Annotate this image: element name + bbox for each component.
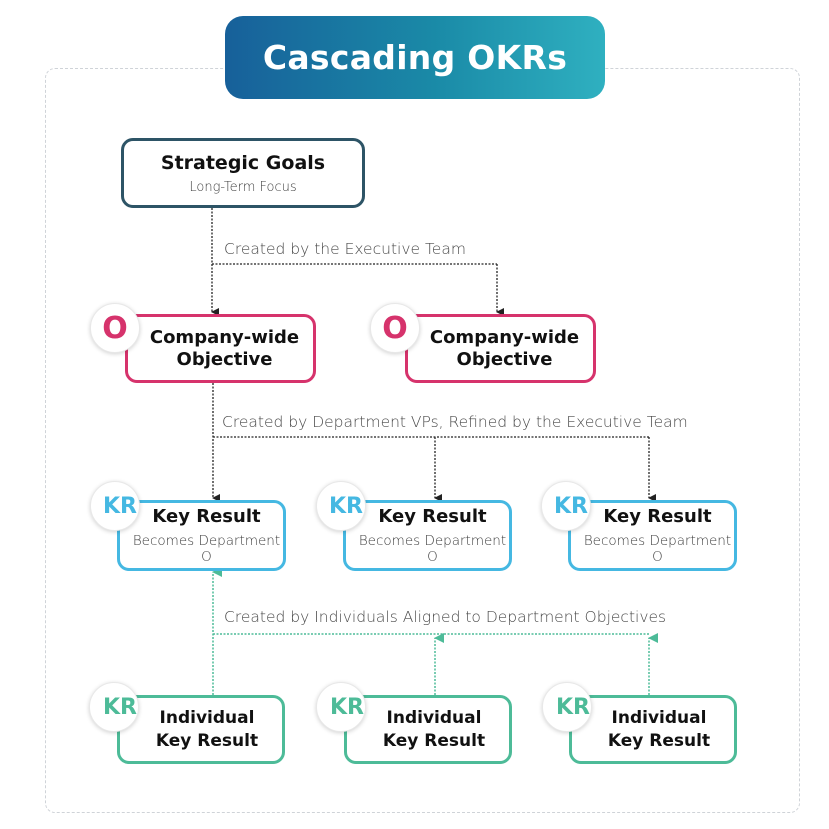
node-title-line2: Key Result xyxy=(155,730,259,751)
strategic-goals-node: Strategic Goals Long-Term Focus xyxy=(121,138,365,208)
objective-badge-icon: O xyxy=(90,303,140,353)
connector-label-level1: Created by the Executive Team xyxy=(224,240,466,258)
individual-key-result-node: Individual Key Result xyxy=(117,695,285,764)
node-title: Key Result xyxy=(378,506,487,527)
individual-key-result-node: Individual Key Result xyxy=(344,695,512,764)
connector-level1 xyxy=(211,208,504,316)
node-title-line1: Company-wide xyxy=(149,326,300,348)
objective-node: Company-wide Objective xyxy=(125,314,316,383)
node-title: Strategic Goals xyxy=(160,151,326,174)
objective-node: Company-wide Objective xyxy=(405,314,596,383)
key-result-badge-icon: KR xyxy=(541,481,591,531)
node-subtitle: Becomes Department O xyxy=(132,533,281,565)
key-result-node: Key Result Becomes Department O xyxy=(117,500,286,571)
node-title: Key Result xyxy=(603,506,712,527)
node-title-line1: Company-wide xyxy=(429,326,580,348)
individual-key-result-node: Individual Key Result xyxy=(569,695,737,764)
connector-label-level2: Created by Department VPs, Refined by th… xyxy=(222,413,688,431)
node-subtitle: Long-Term Focus xyxy=(189,179,297,195)
connector-label-level3: Created by Individuals Aligned to Depart… xyxy=(224,608,667,626)
key-result-node: Key Result Becomes Department O xyxy=(568,500,737,571)
node-title-line2: Key Result xyxy=(607,730,711,751)
node-title: Key Result xyxy=(152,506,261,527)
objective-badge-icon: O xyxy=(370,303,420,353)
key-result-badge-icon: KR xyxy=(316,481,366,531)
individual-key-result-badge-icon: KR xyxy=(316,682,366,732)
node-subtitle: Becomes Department O xyxy=(583,533,732,565)
connector-level2 xyxy=(212,383,656,502)
key-result-badge-icon: KR xyxy=(90,481,140,531)
node-title-line1: Individual xyxy=(386,707,482,728)
individual-key-result-badge-icon: KR xyxy=(542,682,592,732)
node-title-line2: Objective xyxy=(456,348,553,370)
key-result-node: Key Result Becomes Department O xyxy=(343,500,512,571)
node-title-line1: Individual xyxy=(611,707,707,728)
node-title-line2: Key Result xyxy=(382,730,486,751)
node-title-line2: Objective xyxy=(176,348,273,370)
node-title-line1: Individual xyxy=(159,707,255,728)
node-subtitle: Becomes Department O xyxy=(358,533,507,565)
connector-level3 xyxy=(212,567,658,695)
individual-key-result-badge-icon: KR xyxy=(89,682,139,732)
